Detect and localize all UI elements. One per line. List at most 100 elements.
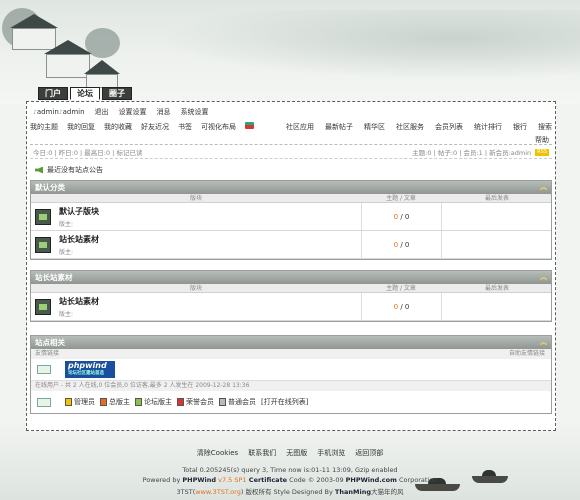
super-mod-icon	[100, 398, 107, 406]
user-link[interactable]: ♪admin♪admin	[33, 108, 85, 116]
menu-my-replies[interactable]: 我的回复	[67, 122, 95, 132]
menu-my-topics[interactable]: 我的主题	[30, 122, 58, 132]
last-post	[441, 231, 553, 258]
forum-moderator: 版主:	[59, 220, 74, 228]
mod-icon	[135, 398, 142, 406]
open-online-list-link[interactable]: [打开在线列表]	[261, 397, 308, 407]
auto-links-link[interactable]: 自助友情链接	[509, 349, 545, 359]
main-panel: ♪admin♪admin 退出 设置设置 消息 系统设置 我的主题 我的回复 我…	[26, 101, 556, 431]
forum-row: 默认子版块 版主: 0 / 0	[31, 203, 551, 231]
menu-my-favorites[interactable]: 我的收藏	[104, 122, 132, 132]
normal-icon	[219, 398, 226, 406]
menu-search[interactable]: 搜索	[538, 122, 552, 132]
forum-icon	[35, 208, 51, 225]
category-header: 站长站素材 ︽	[31, 271, 551, 284]
roof-shape	[10, 14, 58, 28]
online-icon	[37, 397, 51, 407]
tab-portal[interactable]: 门户	[38, 87, 68, 100]
forum-name[interactable]: 默认子版块	[59, 206, 99, 217]
honor-icon	[177, 398, 184, 406]
forum-row: 站长站素材 版主: 0 / 0	[31, 293, 551, 321]
menu-community-service[interactable]: 社区服务	[396, 122, 424, 132]
legend-mod: 论坛版主	[135, 397, 172, 407]
forum-count: 0 / 0	[361, 293, 441, 320]
text-mode-link[interactable]: 无图版	[286, 448, 307, 458]
announcement: 最近没有站点公告	[35, 165, 103, 175]
rss-icon[interactable]: RSS	[535, 148, 549, 156]
menu-bank[interactable]: 银行	[513, 122, 527, 132]
forum-category: 默认分类 ︽ 版块 主题 / 文章 最后发表 默认子版块 版主: 0 / 0 站…	[30, 180, 552, 260]
logout-link[interactable]: 退出	[95, 107, 109, 117]
forum-category: 站长站素材 ︽ 版块 主题 / 文章 最后发表 站长站素材 版主: 0 / 0	[30, 270, 552, 322]
divider	[30, 158, 552, 159]
online-users-header: 在线用户 - 共 2 人在线,0 位会员,0 位访客,最多 2 人发生在 200…	[31, 381, 551, 391]
column-last: 最后发表	[484, 285, 509, 292]
forum-row: 站长站素材 版主: 0 / 0	[31, 231, 551, 259]
clear-cookies-link[interactable]: 清除Cookies	[197, 448, 238, 458]
today-stats: 今日:0 | 昨日:0 | 最高日:0 | 标记已读	[33, 149, 143, 157]
roof-shape	[44, 40, 92, 54]
last-post	[441, 203, 553, 230]
menu-friend-news[interactable]: 好友近况	[141, 122, 169, 132]
settings-link[interactable]: 设置设置	[119, 107, 147, 117]
legend-honor: 荣誉会员	[177, 397, 214, 407]
contact-link[interactable]: 联系我们	[248, 448, 276, 458]
forum-name[interactable]: 站长站素材	[59, 296, 99, 307]
forum-count: 0 / 0	[361, 231, 441, 258]
house-shape	[86, 74, 118, 88]
category-title: 默认分类	[35, 183, 65, 192]
column-last: 最后发表	[484, 195, 509, 202]
forum-icon	[35, 236, 51, 253]
forum-icon	[35, 298, 51, 315]
menu-rankings[interactable]: 统计排行	[474, 122, 502, 132]
menu-bookmarks[interactable]: 书签	[178, 122, 192, 132]
back-to-top-link[interactable]: 返回顶部	[355, 448, 383, 458]
site-related-title: 站点相关	[35, 338, 65, 347]
messages-link[interactable]: 消息	[157, 107, 171, 117]
menu-community-apps[interactable]: 社区应用	[286, 122, 314, 132]
category-title: 站长站素材	[35, 273, 73, 282]
collapse-icon[interactable]: ︽	[540, 339, 547, 346]
category-header: 默认分类 ︽	[31, 181, 551, 194]
links-row: phpwind 论坛社区建站首选	[31, 359, 551, 381]
tab-groups[interactable]: 圈子	[102, 87, 132, 100]
collapse-icon[interactable]: ︽	[540, 274, 547, 281]
footer-links: 清除Cookies 联系我们 无图版 手机浏览 返回顶部	[0, 448, 580, 458]
column-topics: 主题 / 文章	[386, 285, 416, 292]
column-headers: 版块 主题 / 文章 最后发表	[31, 284, 551, 293]
column-forum: 版块	[189, 195, 202, 202]
forum-stats-text: 主题:0 | 帖子:0 | 会员:1 | 新会员:admin	[412, 149, 532, 157]
roof-shape	[84, 60, 120, 74]
collapse-icon[interactable]: ︽	[540, 184, 547, 191]
menu-digest[interactable]: 精华区	[364, 122, 385, 132]
mobile-link[interactable]: 手机浏览	[317, 448, 345, 458]
site-related-header: 站点相关 ︽	[31, 336, 551, 349]
footer-copyright: 3TST(www.3TST.org) 版权所有 Style Designed B…	[176, 488, 404, 496]
menu-visual-layout[interactable]: 可视化布局	[201, 122, 236, 132]
divider	[30, 144, 552, 145]
tab-forum[interactable]: 论坛	[70, 87, 100, 100]
forum-name[interactable]: 站长站素材	[59, 234, 99, 245]
legend-admin: 管理员	[65, 397, 95, 407]
online-users-row: 管理员 总版主 论坛版主 荣誉会员 普通会员 [打开在线列表]	[31, 391, 551, 413]
phpwind-logo[interactable]: phpwind 论坛社区建站首选	[65, 361, 115, 378]
system-settings-link[interactable]: 系统设置	[181, 107, 209, 117]
forum-count: 0 / 0	[361, 203, 441, 230]
secondary-menu: 我的主题 我的回复 我的收藏 好友近况 书签 可视化布局 社区应用 最新帖子 精…	[30, 122, 552, 132]
speaker-icon	[35, 166, 43, 174]
forum-moderator: 版主:	[59, 310, 74, 318]
site-related-panel: 站点相关 ︽ 友情链接 自助友情链接 phpwind 论坛社区建站首选 在线用户 …	[30, 335, 552, 414]
forum-stats: 主题:0 | 帖子:0 | 会员:1 | 新会员:admin RSS	[412, 147, 549, 157]
top-navigation: 门户 论坛 圈子	[38, 87, 132, 100]
link-icon	[37, 365, 51, 374]
mist-decoration	[160, 10, 580, 80]
menu-member-list[interactable]: 会员列表	[435, 122, 463, 132]
menu-latest-posts[interactable]: 最新帖子	[325, 122, 353, 132]
column-forum: 版块	[189, 285, 202, 292]
user-group-legend: 管理员 总版主 论坛版主 荣誉会员 普通会员 [打开在线列表]	[65, 397, 308, 407]
friend-links-label: 友情链接	[35, 350, 60, 357]
last-post	[441, 293, 553, 320]
announcement-text: 最近没有站点公告	[47, 166, 103, 174]
village-illustration	[0, 0, 140, 95]
gift-icon[interactable]	[245, 122, 254, 129]
